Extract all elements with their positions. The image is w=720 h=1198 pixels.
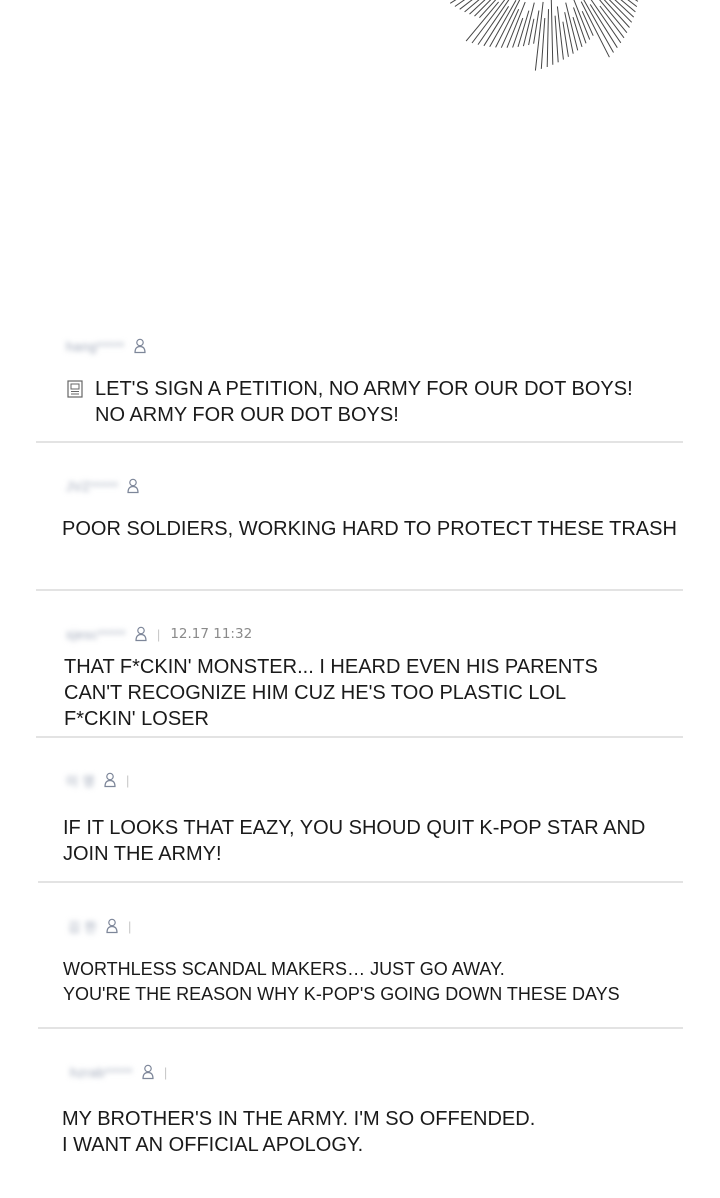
comment-line: WORTHLESS SCANDAL MAKERS… JUST GO AWAY. (63, 959, 505, 979)
document-icon (67, 380, 83, 398)
comment-divider (36, 736, 683, 738)
comment-line: MY BROTHER'S IN THE ARMY. I'M SO OFFENDE… (62, 1108, 536, 1130)
comment-divider (36, 589, 683, 591)
username[interactable]: hang***** (66, 339, 125, 354)
burst-line (540, 17, 546, 69)
comment-line: CAN'T RECOGNIZE HIM CUZ HE'S TOO PLASTIC… (64, 682, 567, 704)
comment-text: WORTHLESS SCANDAL MAKERS… JUST GO AWAY. … (63, 957, 620, 1007)
comment-text: MY BROTHER'S IN THE ARMY. I'M SO OFFENDE… (62, 1106, 535, 1158)
username[interactable]: hzrab***** (70, 1065, 133, 1080)
comment-text: LET'S SIGN A PETITION, NO ARMY FOR OUR D… (95, 376, 633, 428)
burst-line (599, 0, 628, 34)
comment-line: YOU'RE THE REASON WHY K-POP'S GOING DOWN… (63, 984, 620, 1004)
meta-separator: | (156, 626, 161, 642)
burst-line (469, 0, 486, 15)
comment-meta: hzrab***** | (70, 1062, 167, 1082)
comment-line: THAT F*CKIN' MONSTER... I HEARD EVEN HIS… (64, 656, 598, 678)
username[interactable]: 이 영 (66, 771, 95, 790)
comment-meta: 이 영 | (66, 770, 129, 790)
comment-line: JOIN THE ARMY! (63, 843, 222, 865)
comment-meta: JVZ***** (66, 476, 140, 496)
burst-line (554, 15, 559, 63)
comment-meta: 김 한 | (68, 916, 131, 936)
comment-meta: hang***** (66, 336, 147, 356)
burst-line (572, 16, 583, 48)
meta-separator: | (163, 1064, 168, 1080)
burst-line (564, 12, 574, 54)
user-icon (135, 626, 147, 642)
comment-divider (38, 881, 683, 883)
comment-divider (36, 441, 683, 443)
comment-line: POOR SOLDIERS, WORKING HARD TO PROTECT T… (62, 518, 677, 540)
comment-line: I WANT AN OFFICIAL APOLOGY. (62, 1134, 364, 1156)
user-icon (106, 918, 118, 934)
burst-line (512, 17, 524, 48)
comment-line: IF IT LOOKS THAT EAZY, YOU SHOUD QUIT K-… (63, 817, 646, 839)
comment-line: LET'S SIGN A PETITION, NO ARMY FOR OUR D… (95, 378, 633, 400)
comment-divider (38, 1027, 683, 1029)
comment-line: F*CKIN' LOSER (64, 708, 209, 730)
burst-line (506, 1, 526, 48)
burst-line (550, 0, 554, 65)
username[interactable]: JVZ***** (66, 479, 118, 494)
comment-line: NO ARMY FOR OUR DOT BOYS! (95, 404, 399, 426)
meta-separator: | (126, 772, 130, 788)
user-icon (142, 1064, 154, 1080)
meta-separator: | (128, 918, 132, 934)
user-icon (127, 478, 140, 494)
username[interactable]: 김 한 (68, 917, 97, 936)
comment-text: POOR SOLDIERS, WORKING HARD TO PROTECT T… (62, 516, 677, 542)
comment-timestamp: 12.17 11:32 (170, 626, 253, 642)
user-icon (134, 338, 146, 354)
burst-line (546, 9, 549, 68)
comment-meta: sjesc***** | 12.17 11:32 (66, 624, 252, 644)
comment-text: IF IT LOOKS THAT EAZY, YOU SHOUD QUIT K-… (63, 815, 645, 867)
burst-line (500, 8, 520, 48)
user-icon (104, 772, 116, 788)
burst-lines-decoration (449, 0, 639, 71)
burst-line (556, 6, 564, 60)
comment-text: THAT F*CKIN' MONSTER... I HEARD EVEN HIS… (64, 654, 598, 732)
username[interactable]: sjesc***** (66, 627, 126, 642)
burst-line (533, 10, 540, 44)
